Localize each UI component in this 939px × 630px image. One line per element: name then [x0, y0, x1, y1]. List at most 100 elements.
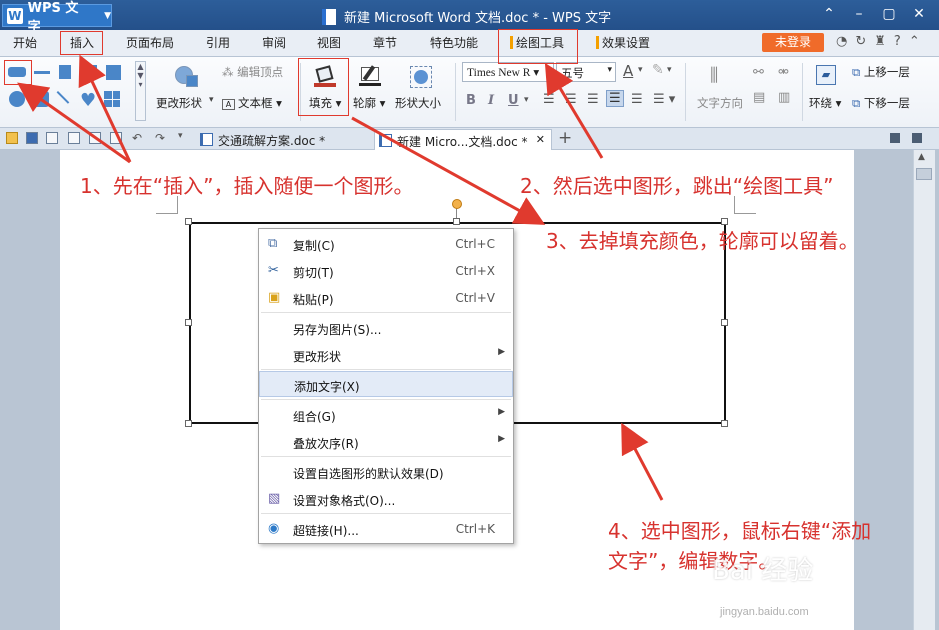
chevron-down-icon[interactable]: ▾ — [178, 131, 183, 141]
scissors-icon: ✂ — [268, 263, 279, 278]
menu-item-hyperlink[interactable]: ◉ 超链接(H)... Ctrl+K — [259, 516, 513, 542]
font-name-select[interactable]: Times New R ▾ — [462, 62, 554, 82]
text-box-button[interactable]: A 文本框 ▾ — [222, 95, 282, 111]
tab-page-layout[interactable]: 页面布局 — [126, 34, 174, 51]
distribute-icon[interactable]: ☰ — [631, 92, 643, 107]
shirt-icon[interactable]: ♜ — [874, 34, 886, 49]
menu-item-format-object[interactable]: ▧ 设置对象格式(O)... — [259, 486, 513, 512]
collapse-ribbon-icon[interactable]: ⌃ — [815, 4, 843, 24]
login-button[interactable]: 未登录 — [762, 33, 824, 52]
text-direction-button[interactable]: 文字方向 — [697, 95, 743, 111]
save-icon[interactable] — [26, 132, 38, 144]
windows-shape-icon[interactable] — [104, 91, 120, 107]
highlight-pen-icon[interactable]: ✎ — [652, 62, 664, 78]
highlight-box-shape — [4, 60, 32, 85]
rotation-handle[interactable] — [452, 199, 462, 209]
line-shape-icon[interactable] — [34, 71, 50, 74]
maximize-button[interactable]: ▢ — [875, 4, 903, 24]
square-shape-icon[interactable] — [106, 65, 121, 80]
sync-icon[interactable]: ↻ — [855, 34, 866, 49]
tab-section[interactable]: 章节 — [373, 34, 397, 51]
align-right-icon[interactable]: ☰ — [587, 92, 599, 107]
wrap-label: 环绕 — [809, 96, 832, 110]
wps-app-menu-button[interactable]: W WPS 文字 ▼ — [2, 1, 112, 35]
submenu-arrow-icon: ▶ — [498, 347, 505, 357]
tab-home[interactable]: 开始 — [13, 34, 37, 51]
break-link-icon[interactable]: ⚮ — [778, 65, 789, 80]
wrap-button[interactable]: 环绕 ▾ — [809, 95, 841, 111]
font-size-select[interactable]: 五号 ▾ — [556, 62, 616, 82]
edit-points-button[interactable]: ⁂ 编辑顶点 — [222, 64, 283, 80]
new-tab-button[interactable]: + — [558, 128, 572, 148]
menu-item-change-shape[interactable]: 更改形状 ▶ — [259, 342, 513, 368]
text-box-size-icon[interactable]: ▥ — [778, 90, 790, 105]
scroll-up-icon[interactable]: ▲ — [918, 152, 925, 162]
doc-tab-traffic-plan[interactable]: 交通疏解方案.doc * — [196, 129, 372, 150]
print-preview-icon[interactable] — [89, 132, 101, 144]
open-folder-icon[interactable] — [6, 132, 18, 144]
change-shape-button[interactable]: 更改形状 — [156, 95, 202, 111]
italic-button[interactable]: I — [488, 93, 494, 108]
link-text-icon[interactable]: ⚯ — [753, 65, 764, 80]
tab-special-features[interactable]: 特色功能 — [430, 34, 478, 51]
heart-shape-icon[interactable]: ♥ — [80, 90, 96, 111]
more-icon[interactable]: ⌃ — [909, 34, 920, 49]
resize-handle-left[interactable] — [185, 319, 192, 326]
doc-shape-icon[interactable] — [59, 65, 71, 79]
close-button[interactable]: ✕ — [905, 4, 933, 24]
circle-shape-icon[interactable] — [9, 91, 25, 107]
menu-item-group[interactable]: 组合(G) ▶ — [259, 402, 513, 428]
outline-pen-icon — [359, 65, 381, 87]
align-left-icon[interactable]: ☰ — [543, 92, 555, 107]
font-color-button[interactable]: A — [623, 62, 633, 80]
shape-gallery-scroll[interactable]: ▲ ▼ ▾ — [135, 61, 146, 121]
menu-item-order[interactable]: 叠放次序(R) ▶ — [259, 429, 513, 455]
tab-effect-settings[interactable]: 效果设置 — [596, 34, 650, 51]
tab-view[interactable]: 视图 — [317, 34, 341, 51]
resize-handle-bottom-left[interactable] — [185, 420, 192, 427]
resize-handle-bottom-right[interactable] — [721, 420, 728, 427]
menu-item-default-shape-effect[interactable]: 设置自选图形的默认效果(D) — [259, 459, 513, 485]
menu-item-shortcut: Ctrl+X — [455, 264, 495, 278]
menu-item-paste[interactable]: ▣ 粘贴(P) Ctrl+V — [259, 285, 513, 311]
send-backward-button[interactable]: ⧉ 下移一层 — [852, 95, 910, 111]
bring-forward-button[interactable]: ⧉ 上移一层 — [852, 64, 910, 80]
skin-icon[interactable]: ◔ — [836, 34, 847, 49]
undo-icon[interactable]: ↶ — [132, 131, 142, 145]
menu-item-copy[interactable]: ⧉ 复制(C) Ctrl+C — [259, 231, 513, 257]
minimize-button[interactable]: – — [845, 4, 873, 24]
tab-references[interactable]: 引用 — [206, 34, 230, 51]
close-tab-icon[interactable]: ✕ — [536, 133, 545, 146]
doc-tab-new-document[interactable]: 新建 Micro...文档.doc * ✕ — [374, 129, 552, 150]
justify-icon[interactable]: ☰ — [606, 90, 624, 107]
tab-review[interactable]: 审阅 — [262, 34, 286, 51]
line-spacing-icon[interactable]: ☰ ▾ — [653, 92, 675, 107]
resize-handle-top[interactable] — [453, 218, 460, 225]
help-icon[interactable]: ? — [894, 34, 901, 49]
cylinder-shape-icon[interactable] — [83, 65, 97, 79]
resize-handle-top-left[interactable] — [185, 218, 192, 225]
shape-size-button[interactable]: 形状大小 — [395, 95, 441, 111]
rounded-square-shape-icon[interactable] — [33, 91, 49, 107]
resize-handle-top-right[interactable] — [721, 218, 728, 225]
menu-item-label: 添加文字(X) — [294, 380, 360, 394]
diagonal-line-shape-icon[interactable] — [46, 91, 70, 114]
resize-handle-right[interactable] — [721, 319, 728, 326]
menu-item-add-text[interactable]: 添加文字(X) — [259, 371, 513, 397]
outline-button[interactable]: 轮廓 ▾ — [353, 95, 385, 111]
menu-item-cut[interactable]: ✂ 剪切(T) Ctrl+X — [259, 258, 513, 284]
export-pdf-icon[interactable] — [46, 132, 58, 144]
scrollbar-thumb[interactable] — [916, 168, 932, 180]
menu-item-save-as-image[interactable]: 另存为图片(S)... — [259, 315, 513, 341]
underline-button[interactable]: U — [508, 93, 519, 108]
vertical-scrollbar[interactable] — [913, 150, 935, 630]
restore-doc-icon[interactable] — [890, 133, 900, 143]
align-center-icon[interactable]: ☰ — [565, 92, 577, 107]
close-doc-icon[interactable] — [912, 133, 922, 143]
document-tab-bar: ↶ ↷ ▾ 交通疏解方案.doc * 新建 Micro...文档.doc * ✕… — [0, 128, 939, 150]
redo-icon[interactable]: ↷ — [155, 131, 165, 145]
bold-button[interactable]: B — [466, 93, 476, 108]
text-fit-icon[interactable]: ▤ — [753, 90, 765, 105]
print-icon[interactable] — [68, 132, 80, 144]
format-painter-icon[interactable] — [110, 132, 122, 144]
